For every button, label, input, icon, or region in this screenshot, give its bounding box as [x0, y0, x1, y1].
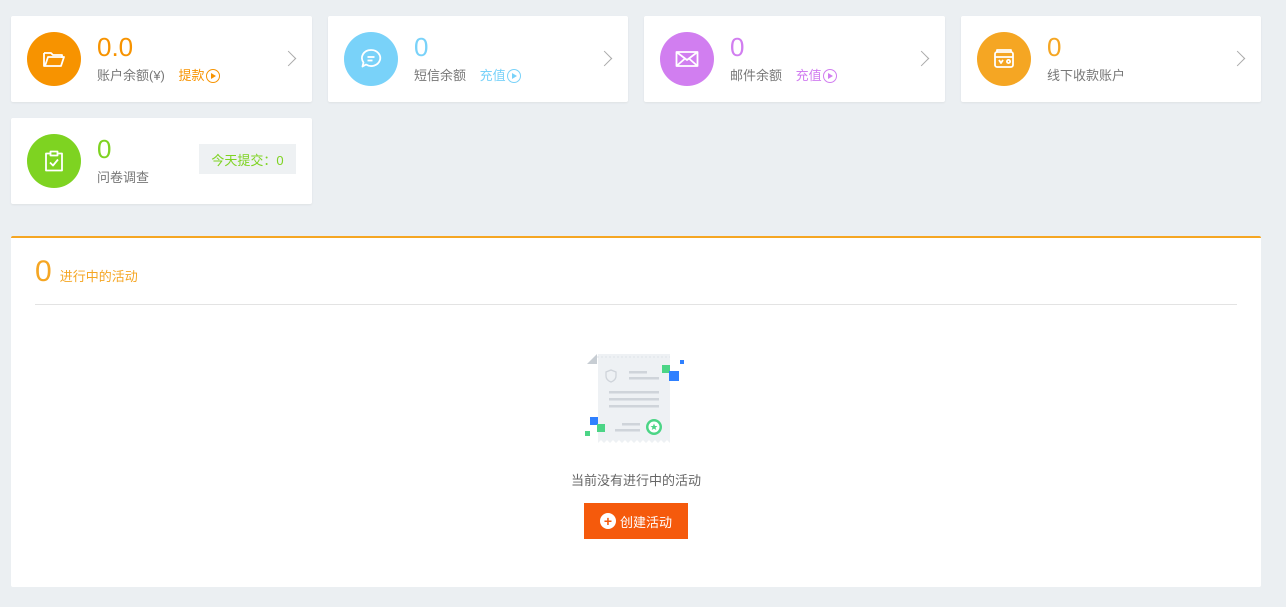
today-submissions-badge: 今天提交：0 [199, 144, 296, 174]
panel-header: 0 进行中的活动 [35, 254, 138, 290]
play-circle-icon [205, 69, 220, 83]
divider [35, 304, 1237, 305]
survey-label: 问卷调查 [97, 170, 150, 185]
survey-value: 0 [97, 134, 112, 164]
envelope-icon [660, 32, 714, 86]
offline-account-label: 线下收款账户 [1047, 68, 1126, 83]
panel-title: 进行中的活动 [59, 269, 138, 284]
account-balance-card[interactable]: 0.0 账户余额(¥) 提款 [11, 16, 312, 102]
account-balance-label: 账户余额(¥) [97, 68, 165, 83]
chevron-right-icon[interactable] [913, 50, 930, 67]
sms-balance-value: 0 [414, 32, 429, 62]
email-balance-label: 邮件余额 [730, 68, 783, 83]
withdraw-link[interactable]: 提款 [179, 67, 220, 85]
sms-recharge-link[interactable]: 充值 [480, 67, 521, 85]
ongoing-activities-panel: 0 进行中的活动 当前没有进行中的活动 + 创建活动 [11, 236, 1261, 587]
survey-card[interactable]: 0 问卷调查 今天提交：0 [11, 118, 312, 204]
email-recharge-link[interactable]: 充值 [796, 67, 837, 85]
email-balance-card[interactable]: 0 邮件余额 充值 [644, 16, 945, 102]
email-balance-value: 0 [730, 32, 745, 62]
chevron-right-icon[interactable] [1229, 50, 1246, 67]
play-circle-icon [822, 69, 837, 83]
wallet-icon [977, 32, 1031, 86]
sms-balance-label: 短信余额 [414, 68, 467, 83]
empty-document-illustration [585, 354, 684, 443]
clipboard-check-icon [27, 134, 81, 188]
chevron-right-icon[interactable] [280, 50, 297, 67]
chevron-right-icon[interactable] [596, 50, 613, 67]
create-activity-label: 创建活动 [619, 514, 672, 530]
offline-account-card[interactable]: 0 线下收款账户 [961, 16, 1261, 102]
chat-bubble-icon [344, 32, 398, 86]
sms-balance-card[interactable]: 0 短信余额 充值 [328, 16, 628, 102]
plus-circle-icon: + [599, 513, 616, 529]
empty-state-text: 当前没有进行中的活动 [570, 473, 701, 488]
account-balance-value: 0.0 [97, 32, 134, 62]
offline-account-value: 0 [1047, 32, 1062, 62]
activity-count: 0 [35, 255, 52, 288]
folder-icon [27, 32, 81, 86]
create-activity-button[interactable]: + 创建活动 [584, 503, 688, 539]
play-circle-icon [506, 69, 521, 83]
